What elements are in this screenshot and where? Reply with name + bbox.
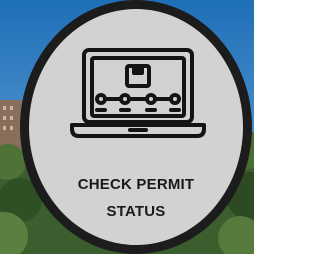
laptop-status-tracker-icon [70, 48, 206, 138]
check-permit-status-button[interactable]: CHECK PERMIT STATUS [20, 0, 252, 254]
button-label-line-1: CHECK PERMIT [77, 176, 195, 193]
button-label-line-2: STATUS [106, 203, 166, 220]
tile-content: CHECK PERMIT STATUS [29, 9, 243, 245]
